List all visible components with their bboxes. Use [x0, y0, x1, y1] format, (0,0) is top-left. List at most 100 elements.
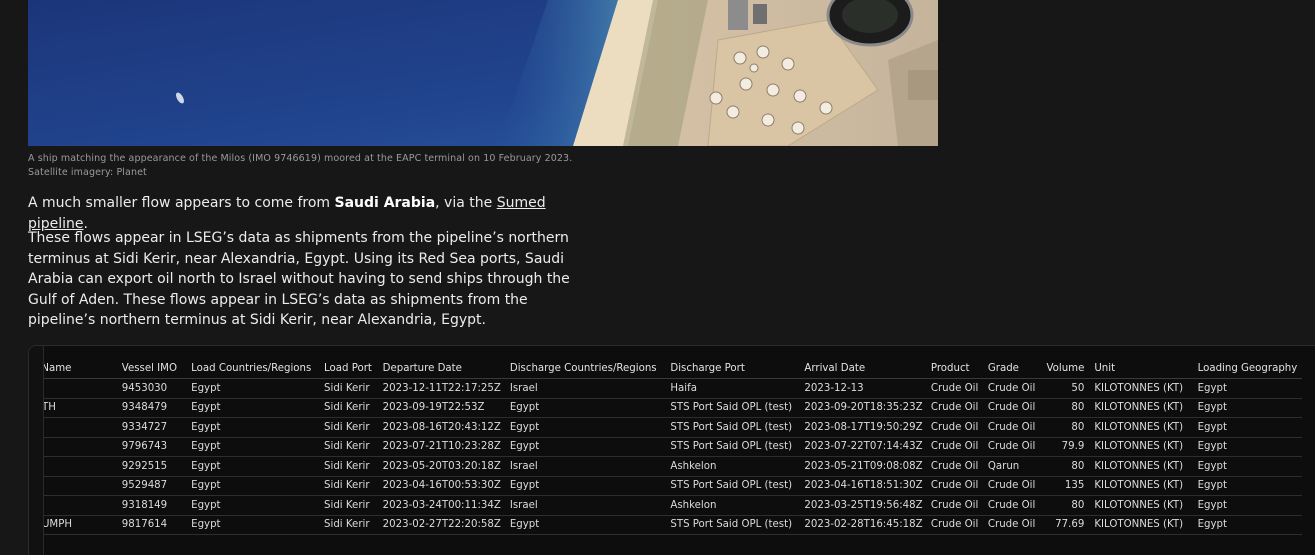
table-cell: 2023-04-16T18:51:30Z [800, 476, 927, 496]
table-cell: Crude Oil [926, 437, 984, 457]
table-cell: 9348479 [117, 398, 188, 418]
table-cell: 77.69 [1041, 515, 1091, 535]
table-cell: 9334727 [117, 417, 188, 438]
table-row[interactable]: 9796743 Egypt Sidi Kerir 2023-07-21T10:23:2… [29, 437, 1302, 457]
table-cell: Egypt [187, 476, 321, 496]
table-cell: Egypt [1193, 476, 1302, 496]
table-cell: 2023-09-20T18:35:23Z [800, 398, 927, 418]
paragraph-text: , via the [435, 195, 497, 211]
satellite-image [28, 0, 938, 146]
table-cell: Egypt [187, 495, 321, 516]
table-cell: Egypt [1193, 398, 1302, 418]
table-cell: 50 [1041, 378, 1091, 399]
table-cell: 80 [1041, 495, 1091, 516]
paragraph-lseg-flows: These flows appear in LSEG’s data as shi… [28, 230, 570, 328]
table-cell: 9292515 [117, 456, 188, 477]
table-row[interactable]: …TOK9334727EgyptSidi Kerir2023-08-16T20:… [29, 417, 1302, 438]
column-header[interactable]: Loading Geography [1193, 358, 1302, 379]
table-cell: Crude Oil [983, 495, 1042, 516]
table-cell: Sidi Kerir [320, 378, 379, 399]
table-cell: 2023-03-24T00:11:34Z [378, 495, 506, 516]
table-cell: Crude Oil [983, 417, 1042, 438]
table-cell: Sidi Kerir [320, 515, 379, 535]
table-cell: Egypt [505, 515, 667, 535]
table-cell: 80 [1041, 456, 1091, 477]
satellite-image-art [28, 0, 938, 146]
table-cell: Egypt [505, 417, 667, 438]
table-cell: 80 [1041, 398, 1091, 418]
table-row[interactable]: …N MYTH9348479EgyptSidi Kerir2023-09-19T… [29, 398, 1302, 418]
column-header[interactable]: Discharge Port [666, 358, 801, 379]
table-cell: 80 [1041, 417, 1091, 438]
table-row[interactable]: …Y TRIUMPH9817614EgyptSidi Kerir2023-02-… [29, 515, 1302, 535]
table-cell: Crude Oil [926, 417, 984, 438]
column-header[interactable]: Load Port [320, 358, 379, 379]
table-cell: STS Port Said OPL (test) [666, 515, 801, 535]
table-cell: Egypt [505, 476, 667, 496]
table-cell: 2023-08-17T19:50:29Z [800, 417, 927, 438]
table-cell: 2023-07-22T07:14:43Z [800, 437, 927, 457]
table-cell: Egypt [1193, 417, 1302, 438]
table-cell: Qarun [983, 456, 1042, 477]
article-page: A ship matching the appearance of the Mi… [0, 0, 1315, 555]
table-cell: Crude Oil [926, 515, 984, 535]
column-header[interactable]: Grade [983, 358, 1042, 379]
shipments-table: Vessel NameVessel IMOLoad Countries/Regi… [29, 358, 1302, 535]
table-cell: 9817614 [117, 515, 188, 535]
table-cell: STS Port Said OPL (test) [666, 417, 801, 438]
table-cell: Egypt [1193, 515, 1302, 535]
table-cell: 9453030 [117, 378, 188, 399]
table-cell: Sidi Kerir [320, 398, 379, 418]
column-header[interactable]: Vessel IMO [117, 358, 188, 379]
column-header[interactable]: Load Countries/Regions [187, 358, 321, 379]
image-caption: A ship matching the appearance of the Mi… [28, 153, 573, 178]
table-cell: Sidi Kerir [320, 417, 379, 438]
table-row[interactable]: …IRIT9292515EgyptSidi Kerir2023-05-20T03… [29, 456, 1302, 477]
column-header[interactable]: Unit [1090, 358, 1194, 379]
table-cell: 2023-05-20T03:20:18Z [378, 456, 506, 477]
table-cell: KILOTONNES (KT) [1090, 495, 1194, 516]
table-cell: 2023-07-21T10:23:28Z [378, 437, 506, 457]
table-cell: KILOTONNES (KT) [1090, 437, 1194, 457]
table-cell: Egypt [1193, 495, 1302, 516]
table-cell: Crude Oil [983, 378, 1042, 399]
table-cell: Sidi Kerir [320, 476, 379, 496]
table-cell: Egypt [187, 437, 321, 457]
table-cell: 2023-08-16T20:43:12Z [378, 417, 506, 438]
table-cell: KILOTONNES (KT) [1090, 476, 1194, 496]
table-cell: Crude Oil [983, 515, 1042, 535]
table-row[interactable]: 9529487 Egypt Sidi Kerir 2023-04-16T00:53:3… [29, 476, 1302, 496]
table-cell: Crude Oil [926, 378, 984, 399]
table-cell: 2023-05-21T09:08:08Z [800, 456, 927, 477]
table-cell: 79.9 [1041, 437, 1091, 457]
table-row[interactable]: …VE9453030EgyptSidi Kerir2023-12-11T22:1… [29, 378, 1302, 399]
table-cell: Egypt [1193, 456, 1302, 477]
table-cell: 2023-03-25T19:56:48Z [800, 495, 927, 516]
table-cell: Israel [505, 456, 667, 477]
table-cell: Crude Oil [926, 495, 984, 516]
table-cell: Crude Oil [983, 476, 1042, 496]
table-cell: 2023-02-28T16:45:18Z [800, 515, 927, 535]
column-header[interactable]: Volume [1041, 358, 1091, 379]
column-header[interactable]: Departure Date [378, 358, 506, 379]
table-cell: Sidi Kerir [320, 456, 379, 477]
table-row[interactable]: …AS9318149EgyptSidi Kerir2023-03-24T00:1… [29, 495, 1302, 516]
table-cell: Crude Oil [983, 437, 1042, 457]
shipments-table-container[interactable]: Vessel NameVessel IMOLoad Countries/Regi… [28, 345, 1315, 555]
table-cell: KILOTONNES (KT) [1090, 398, 1194, 418]
bold-country: Saudi Arabia [334, 195, 436, 211]
column-header[interactable]: Discharge Countries/Regions [505, 358, 667, 379]
table-cell: Crude Oil [926, 456, 984, 477]
table-cell: Egypt [187, 378, 321, 399]
table-cell: Egypt [505, 437, 667, 457]
column-header[interactable]: Arrival Date [800, 358, 927, 379]
table-cell: Egypt [1193, 378, 1302, 399]
table-cell: Sidi Kerir [320, 495, 379, 516]
table-cell: STS Port Said OPL (test) [666, 476, 801, 496]
column-header[interactable]: Product [926, 358, 984, 379]
table-cell: STS Port Said OPL (test) [666, 398, 801, 418]
table-cell: Egypt [505, 398, 667, 418]
table-cell: Crude Oil [926, 398, 984, 418]
table-cell: STS Port Said OPL (test) [666, 437, 801, 457]
table-cell: 135 [1041, 476, 1091, 496]
